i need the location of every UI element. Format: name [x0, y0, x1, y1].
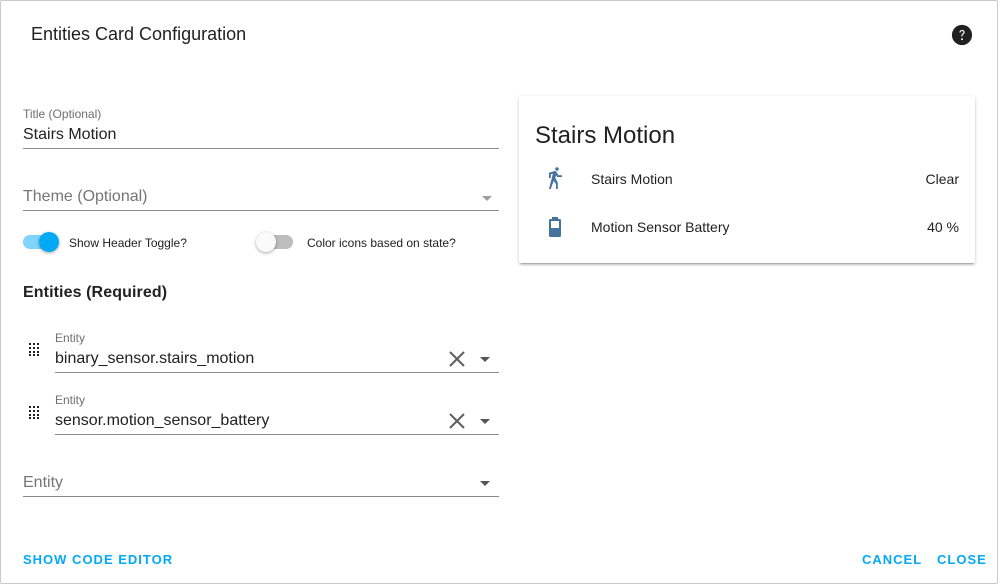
clear-icon[interactable] [448, 412, 466, 430]
show-header-toggle-thumb[interactable] [39, 232, 59, 252]
title-field-underline [23, 148, 499, 149]
drag-handle-icon[interactable] [28, 405, 40, 419]
show-code-editor-button[interactable]: Show Code Editor [23, 552, 173, 567]
entities-card-dialog: Entities Card Configuration Title (Optio… [0, 0, 998, 584]
show-header-toggle-label: Show Header Toggle? [69, 236, 187, 250]
walk-icon[interactable] [543, 167, 567, 191]
preview-card: Stairs Motion Stairs Motion Clear Motion… [519, 96, 975, 263]
color-icons-toggle-thumb[interactable] [256, 232, 276, 252]
help-circle-icon[interactable] [951, 24, 973, 46]
title-field-label: Title (Optional) [23, 107, 102, 121]
entity-input[interactable]: sensor.motion_sensor_battery [55, 412, 269, 430]
entity-field-label: Entity [55, 393, 86, 407]
entity-dropdown-arrow-icon[interactable] [480, 419, 490, 424]
new-entity-underline [23, 496, 499, 497]
new-entity-placeholder: Entity [23, 474, 64, 491]
title-input[interactable]: Stairs Motion [23, 126, 116, 144]
theme-field-underline [23, 210, 499, 211]
new-entity-dropdown-arrow-icon[interactable] [480, 481, 490, 486]
drag-handle-icon[interactable] [28, 342, 40, 356]
preview-card-title: Stairs Motion [535, 122, 676, 149]
preview-row-name[interactable]: Motion Sensor Battery [591, 219, 730, 235]
entity-field-underline [55, 372, 499, 373]
dialog-title: Entities Card Configuration [31, 24, 247, 44]
entities-section-title: Entities (Required) [23, 284, 168, 301]
entity-field-underline [55, 434, 499, 435]
color-icons-toggle-label: Color icons based on state? [307, 236, 456, 250]
clear-icon[interactable] [448, 350, 466, 368]
theme-dropdown-arrow-icon[interactable] [482, 196, 492, 201]
preview-row-state: Clear [925, 171, 959, 187]
theme-select-placeholder: Theme (Optional) [23, 188, 148, 205]
cancel-button[interactable]: Cancel [862, 552, 922, 567]
entity-dropdown-arrow-icon[interactable] [480, 357, 490, 362]
preview-row-state: 40 % [927, 219, 959, 235]
battery-icon[interactable] [543, 215, 567, 239]
preview-row-name[interactable]: Stairs Motion [591, 171, 673, 187]
entity-input[interactable]: binary_sensor.stairs_motion [55, 350, 254, 368]
entity-field-label: Entity [55, 331, 86, 345]
close-button[interactable]: Close [937, 552, 987, 567]
